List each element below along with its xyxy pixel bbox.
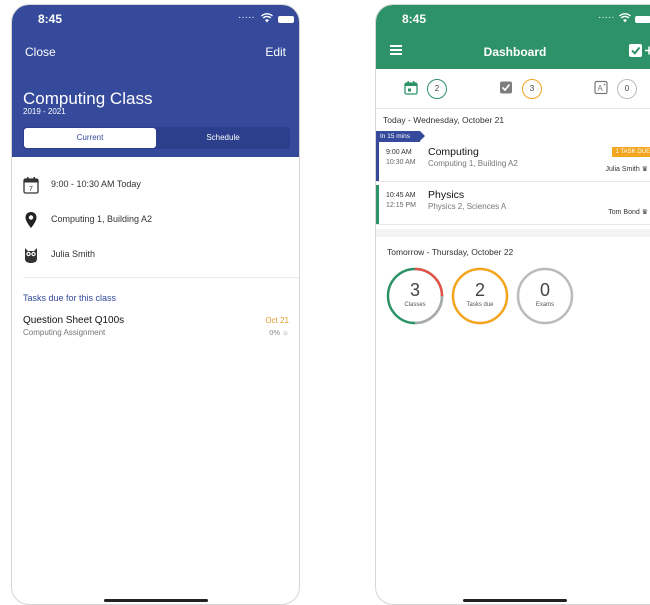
class-teacher-row: Julia Smith	[23, 246, 290, 268]
class-location-row: Computing 1, Building A2	[23, 211, 290, 233]
segmented-control: Current Schedule	[23, 127, 290, 149]
owl-teacher-icon	[25, 248, 37, 263]
battery-icon	[278, 16, 294, 23]
calendar-icon	[404, 81, 418, 95]
signal-icon: ·····	[598, 12, 615, 23]
task-name: Question Sheet Q100s	[23, 315, 125, 326]
class-card-computing[interactable]: 9:00 AM 10:30 AM Computing Computing 1, …	[376, 142, 650, 182]
class-location-text: Computing 1, Building A2	[51, 214, 153, 224]
class-years: 2019 - 2021	[23, 107, 66, 116]
class-color-bar	[376, 142, 379, 181]
task-progress-value: 0%	[269, 328, 281, 337]
class-subject: Physics	[428, 189, 465, 201]
screenshot-stage: 8:45 ····· Close Edit Computing Class 20…	[0, 0, 650, 605]
exams-label: Exams	[535, 302, 555, 308]
dashboard-screen: 8:45 ····· Dashboard 2 3 A + 0 Today - W…	[375, 4, 650, 605]
class-subject: Computing	[428, 146, 479, 158]
calendar-icon: 7	[23, 177, 39, 194]
class-time-row: 7 9:00 - 10:30 AM Today	[23, 176, 290, 198]
status-bar: 8:45 ·····	[12, 5, 299, 33]
exam-icon: A +	[594, 80, 608, 95]
tasks-label: Tasks due	[466, 302, 494, 308]
starting-soon-badge: In 15 mins	[376, 131, 425, 142]
tasks-count: 2	[474, 280, 485, 300]
dashboard-header: 8:45 ····· Dashboard	[376, 5, 650, 69]
signal-icon: ·····	[238, 12, 255, 23]
class-teacher: Tom Bond ♛	[608, 208, 648, 216]
today-header: Today - Wednesday, October 21	[383, 115, 505, 125]
class-card-physics[interactable]: 10:45 AM 12:15 PM Physics Physics 2, Sci…	[376, 185, 650, 225]
home-indicator	[463, 599, 567, 602]
status-time: 8:45	[38, 12, 63, 26]
task-progress: 0% ☼	[269, 328, 289, 337]
summary-bar: 2 3 A + 0	[376, 69, 650, 109]
class-end-time: 10:30 AM	[386, 159, 416, 166]
class-start-time: 10:45 AM	[386, 192, 416, 199]
class-teacher-text: Julia Smith	[51, 249, 96, 259]
status-time: 8:45	[402, 12, 427, 26]
exams-count: 0	[539, 280, 550, 300]
calendar-day: 7	[29, 186, 33, 193]
class-location: Computing 1, Building A2	[428, 159, 518, 168]
summary-exams-count: 0	[617, 79, 637, 99]
task-due-badge: 1 TASK DUE	[611, 147, 650, 157]
dashboard-title: Dashboard	[483, 45, 547, 59]
checkbox-icon	[500, 81, 512, 94]
svg-text:+: +	[603, 83, 606, 89]
class-detail-screen: 8:45 ····· Close Edit Computing Class 20…	[11, 4, 300, 605]
section-gap	[376, 229, 650, 237]
section-divider	[23, 277, 299, 278]
add-task-icon[interactable]	[628, 43, 650, 59]
class-start-time: 9:00 AM	[386, 149, 412, 156]
summary-tasks-count: 3	[522, 79, 542, 99]
home-indicator	[103, 599, 208, 602]
class-teacher: Julia Smith ♛	[606, 165, 648, 173]
class-header: 8:45 ····· Close Edit Computing Class 20…	[12, 5, 299, 157]
tasks-section-header: Tasks due for this class	[23, 293, 117, 303]
class-title: Computing Class	[23, 89, 153, 108]
class-end-time: 12:15 PM	[386, 202, 416, 209]
class-teacher-name: Julia Smith	[605, 166, 640, 173]
classes-label: Classes	[404, 302, 426, 308]
class-color-bar	[376, 185, 379, 224]
close-button[interactable]: Close	[25, 45, 56, 59]
class-teacher-name: Tom Bond	[608, 209, 640, 216]
progress-spinner-icon: ☼	[282, 328, 289, 337]
location-pin-icon	[25, 212, 37, 228]
owl-teacher-icon: ♛	[641, 166, 648, 173]
tab-current[interactable]: Current	[24, 128, 156, 148]
classes-ring[interactable]: 3 Classes	[385, 266, 445, 326]
exams-ring[interactable]: 0 Exams	[515, 266, 575, 326]
wifi-icon	[619, 13, 631, 23]
class-location: Physics 2, Sciences A	[428, 202, 507, 211]
task-due-date: Oct 21	[265, 316, 289, 325]
tomorrow-header: Tomorrow - Thursday, October 22	[387, 247, 514, 257]
tasks-ring[interactable]: 2 Tasks due	[450, 266, 510, 326]
summary-classes-count: 2	[427, 79, 447, 99]
battery-icon	[635, 16, 650, 23]
edit-button[interactable]: Edit	[265, 45, 286, 59]
task-type: Computing Assignment	[23, 328, 106, 337]
classes-count: 3	[409, 280, 420, 300]
wifi-icon	[261, 13, 273, 23]
tab-schedule[interactable]: Schedule	[157, 128, 289, 148]
owl-teacher-icon: ♛	[641, 209, 648, 216]
class-time-text: 9:00 - 10:30 AM Today	[51, 179, 141, 189]
